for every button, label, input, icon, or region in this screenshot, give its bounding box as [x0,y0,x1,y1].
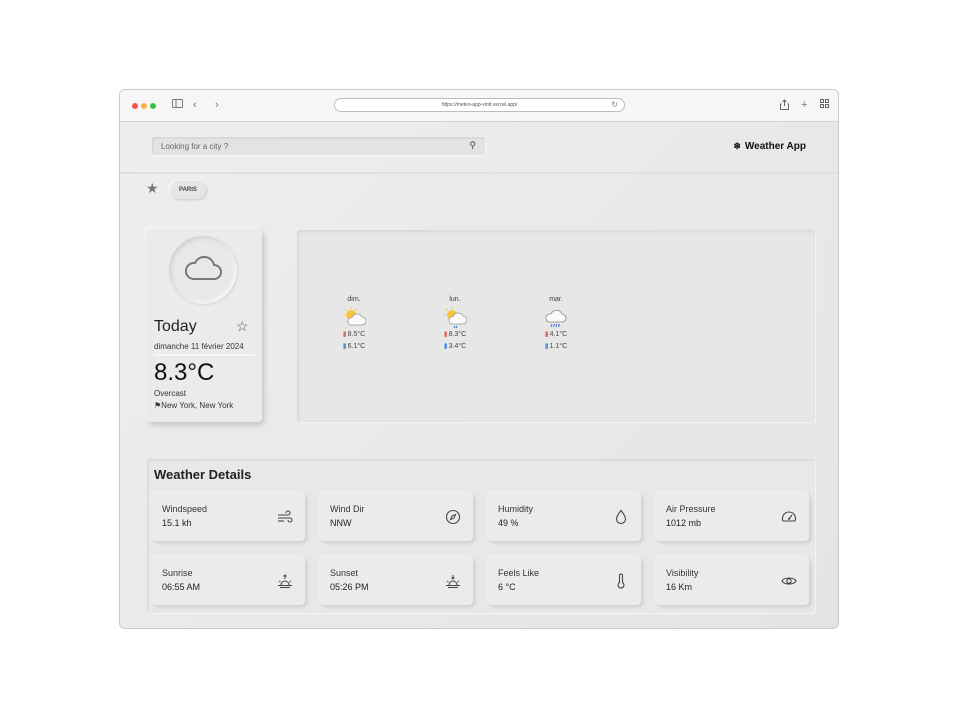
forecast-min-value: 3.4°C [448,343,467,350]
today-date: dimanche 11 février 2024 [154,342,244,351]
thermometer-cold-icon: ▮ [342,343,347,350]
share-icon[interactable] [780,99,789,113]
current-condition: Overcast [154,389,187,398]
forecast-day: mar. ▮4.1°C ▮1.1°C [536,296,576,353]
favorites-star-icon[interactable]: ★ [146,180,159,197]
forecast-day-name: mar. [549,296,563,303]
thermometer-cold-icon: ▮ [544,343,549,350]
app-brand: ❄ Weather App [733,141,806,152]
forecast-panel: dim. ▮8.5°C ▮6.1°C lun. ▮8.3°C ▮3.4°C ma… [297,230,815,422]
thermometer-hot-icon: ▮ [544,331,549,338]
browser-toolbar: ‹ › https://meteo-app-virid.vercel.app/ … [120,90,838,122]
thermometer-icon [617,573,625,589]
droplet-icon [615,509,627,525]
forecast-day-name: lun. [449,296,461,303]
partly-cloudy-rain-icon [435,307,475,329]
detail-label: Feels Like [498,568,540,578]
today-card: Today ☆ dimanche 11 février 2024 8.3°C O… [147,229,262,422]
compass-icon [445,509,461,525]
forecast-max: ▮4.1°C [536,329,576,341]
cloud-icon [184,255,222,280]
back-icon[interactable]: ‹ [193,99,197,111]
location-text: New York, New York [161,401,234,410]
forecast-max-value: 8.5°C [347,331,366,338]
sidebar-toggle-icon[interactable] [172,99,183,111]
forecast-day: dim. ▮8.5°C ▮6.1°C [334,296,374,353]
forecast-min-value: 6.1°C [347,343,366,350]
detail-label: Visibility [666,568,699,578]
detail-card-humidity: Humidity 49 % [489,493,641,541]
url-text: https://meteo-app-virid.vercel.app/ [441,102,518,108]
forecast-min: ▮6.1°C [334,341,374,353]
weather-details-title: Weather Details [154,467,252,482]
add-favorite-star-icon[interactable]: ☆ [236,318,249,335]
detail-label: Sunrise [162,568,193,578]
weather-app: Looking for a city ? ⚲ ❄ Weather App ★ PA… [120,122,838,628]
forecast-min-value: 1.1°C [549,343,568,350]
search-icon[interactable]: ⚲ [469,140,476,151]
detail-value: 6 °C [498,582,516,592]
forecast-max: ▮8.3°C [435,329,475,341]
forecast-min: ▮1.1°C [536,341,576,353]
forecast-day-name: dim. [347,296,361,303]
detail-value: 06:55 AM [162,582,201,592]
detail-label: Sunset [330,568,359,578]
thermometer-hot-icon: ▮ [342,331,347,338]
current-temperature: 8.3°C [154,359,215,386]
current-location: ⚑New York, New York [154,401,233,410]
sunrise-icon [278,574,292,588]
detail-value: 1012 mb [666,518,702,528]
detail-card-sunrise: Sunrise 06:55 AM [153,557,305,605]
detail-card-windspeed: Windspeed 15.1 kh [153,493,305,541]
detail-label: Air Pressure [666,504,716,514]
forecast-max: ▮8.5°C [334,329,374,341]
thermometer-hot-icon: ▮ [443,331,448,338]
detail-card-sunset: Sunset 05:26 PM [321,557,473,605]
forecast-day: lun. ▮8.3°C ▮3.4°C [435,296,475,353]
detail-label: Wind Dir [330,504,365,514]
detail-card-feels-like: Feels Like 6 °C [489,557,641,605]
detail-value: 16 Km [666,582,693,592]
weather-details-panel: Weather Details Windspeed 15.1 kh Wind D… [147,459,815,613]
detail-card-air-pressure: Air Pressure 1012 mb [657,493,809,541]
minimize-window-button[interactable] [141,103,147,109]
detail-card-wind-dir: Wind Dir NNW [321,493,473,541]
detail-value: NNW [330,518,352,528]
maximize-window-button[interactable] [150,103,156,109]
reload-icon[interactable]: ↻ [611,99,618,111]
search-placeholder: Looking for a city ? [161,142,229,151]
tab-overview-icon[interactable] [820,99,829,111]
today-label: Today [154,318,197,335]
detail-value: 15.1 kh [162,518,192,528]
address-bar[interactable]: https://meteo-app-virid.vercel.app/ ↻ [334,98,625,112]
forward-icon[interactable]: › [215,99,219,111]
current-weather-icon-container [169,236,237,304]
sunset-icon [446,575,460,588]
new-tab-icon[interactable]: + [801,99,807,111]
close-window-button[interactable] [132,103,138,109]
eye-icon [781,577,797,585]
divider [154,354,255,356]
forecast-min: ▮3.4°C [435,341,475,353]
detail-label: Humidity [498,504,534,514]
detail-label: Windspeed [162,504,208,514]
search-input[interactable]: Looking for a city ? ⚲ [152,137,485,155]
browser-window: ‹ › https://meteo-app-virid.vercel.app/ … [119,89,839,629]
favorite-city-chip[interactable]: PARIS [170,181,206,199]
rain-icon [536,307,576,329]
forecast-max-value: 4.1°C [549,331,568,338]
partly-cloudy-icon [334,307,374,329]
detail-value: 49 % [498,518,519,528]
wind-icon [278,510,293,523]
forecast-max-value: 8.3°C [448,331,467,338]
app-title: Weather App [744,141,806,152]
detail-card-visibility: Visibility 16 Km [657,557,809,605]
snowflake-icon: ❄ [733,141,741,151]
top-bar: Looking for a city ? ⚲ ❄ Weather App [120,122,838,174]
detail-value: 05:26 PM [330,582,369,592]
gauge-icon [781,511,797,522]
thermometer-cold-icon: ▮ [443,343,448,350]
